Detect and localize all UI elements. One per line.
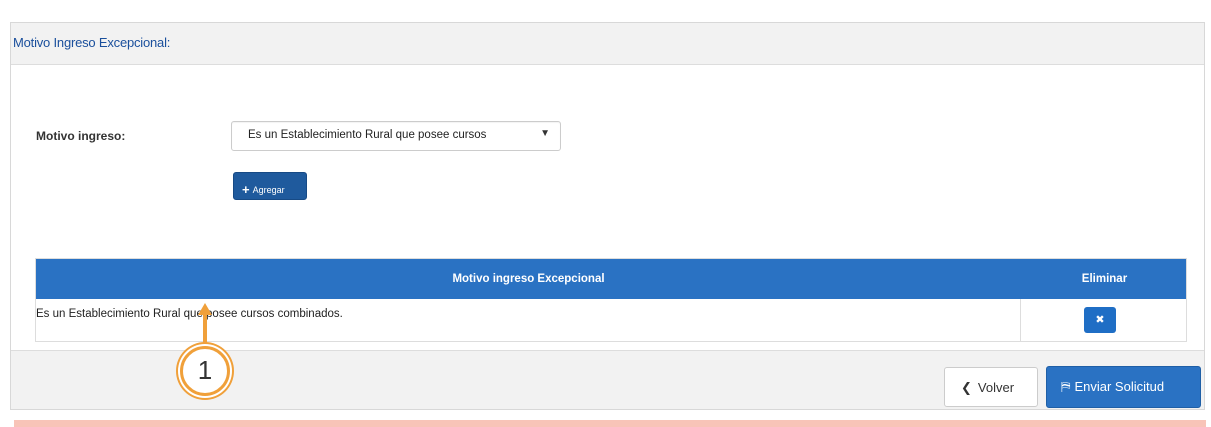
table-cell-motivo: Es un Establecimiento Rural que posee cu… (36, 299, 1021, 342)
panel-body: Motivo ingreso: Es un Establecimiento Ru… (11, 65, 1204, 351)
close-icon: ✖ (1095, 314, 1105, 326)
column-header-motivo: Motivo ingreso Excepcional (452, 273, 605, 285)
add-button-label: Agregar (252, 185, 285, 195)
column-header-eliminar: Eliminar (1081, 273, 1128, 285)
submit-button-label: Enviar Solicitud (1074, 379, 1165, 394)
submit-button[interactable]: ⛿ Enviar Solicitud (1046, 366, 1201, 408)
motivo-select-value: Es un Establecimiento Rural que posee cu… (248, 129, 487, 141)
send-icon: ⛿ (1061, 379, 1071, 394)
caret-down-icon: ▼ (540, 128, 550, 139)
plus-icon: + (242, 182, 250, 197)
back-button-label: Volver (977, 380, 1015, 395)
motivo-select[interactable]: Es un Establecimiento Rural que posee cu… (231, 121, 561, 151)
panel-heading: Motivo Ingreso Excepcional: (11, 23, 1204, 65)
annotation-number: 1 (197, 355, 213, 385)
panel-title: Motivo Ingreso Excepcional: (13, 35, 171, 50)
alert-bar (14, 420, 1206, 427)
annotation-marker: 1 (180, 346, 230, 396)
annotation-arrow (198, 303, 212, 343)
table-header: Motivo ingreso Excepcional Eliminar (36, 259, 1186, 299)
add-button[interactable]: + Agregar (233, 172, 307, 200)
chevron-left-icon: ❮ (961, 380, 972, 395)
back-button[interactable]: ❮ Volver (944, 367, 1038, 407)
motivo-label: Motivo ingreso: (36, 129, 126, 143)
delete-button[interactable]: ✖ (1084, 307, 1116, 333)
